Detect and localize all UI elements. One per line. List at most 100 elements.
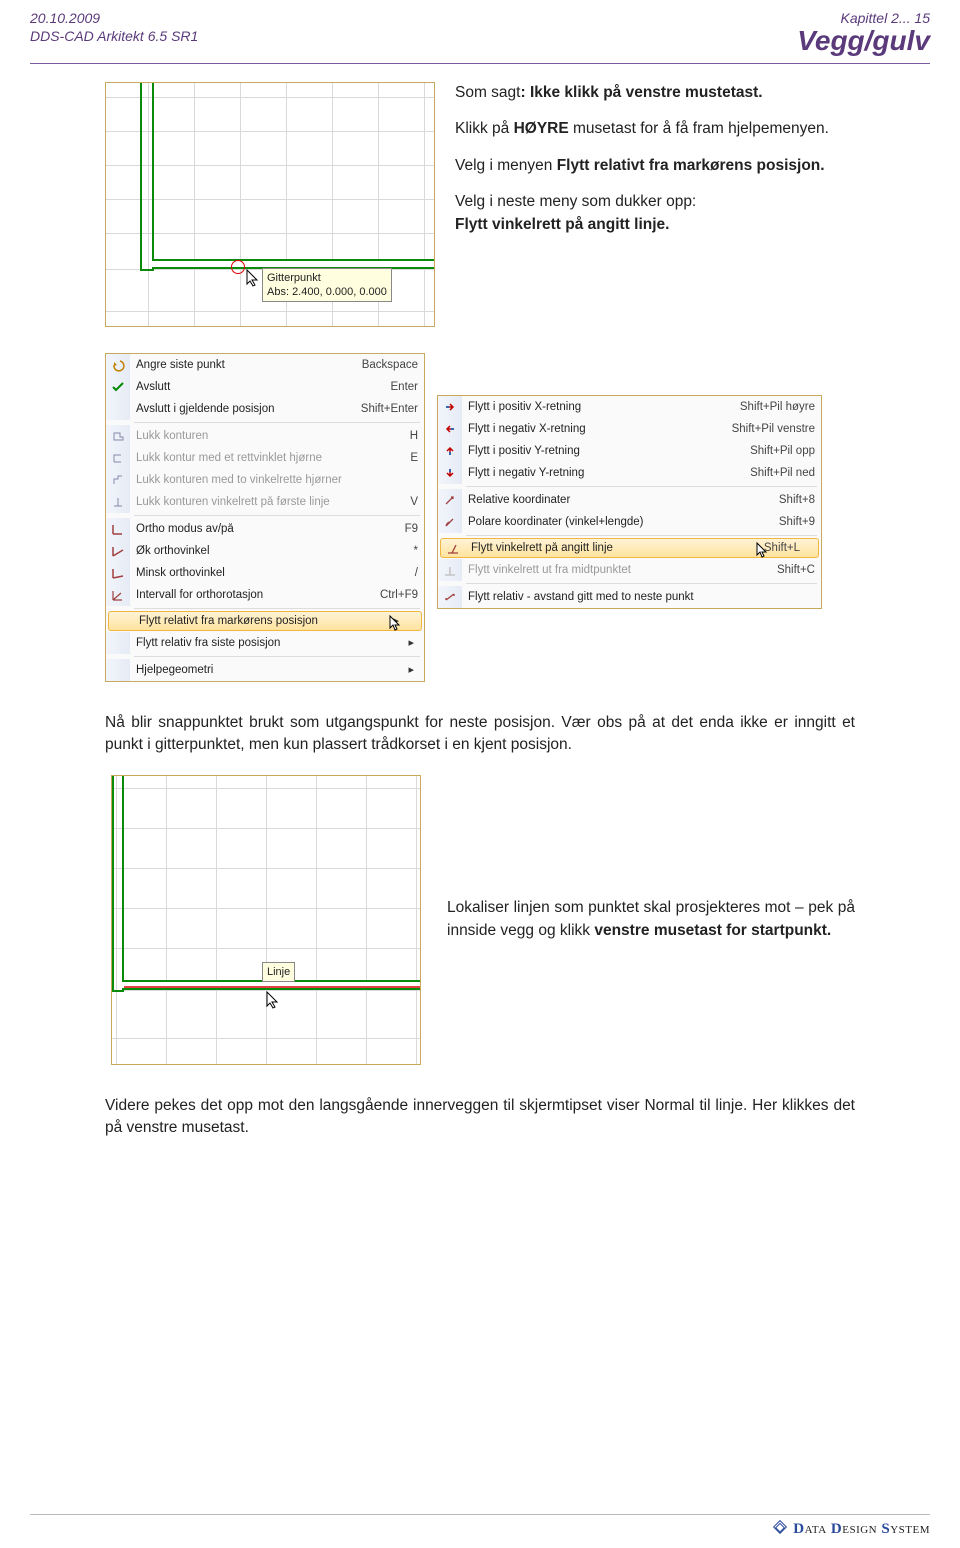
- perp-icon: [106, 491, 130, 513]
- menu-primary-separator: [134, 656, 420, 657]
- intro-p4b: Flytt vinkelrett på angitt linje.: [455, 216, 669, 233]
- figure-grid-line: Linje: [111, 775, 421, 1065]
- blank-icon: [106, 398, 130, 420]
- brand-t3: ystem: [890, 1521, 930, 1537]
- header-section: Vegg/gulv: [797, 26, 930, 57]
- menu-item-flytt-i-positiv-y-retning[interactable]: Flytt i positiv Y-retningShift+Pil opp: [438, 440, 821, 462]
- menu-submenu-separator: [466, 583, 817, 584]
- menu-item-avslutt-i-gjeldende-posisjon[interactable]: Avslutt i gjeldende posisjonShift+Enter: [106, 398, 424, 420]
- submenu-arrow-icon: ▸: [408, 663, 418, 676]
- menu-item-label: Avslutt i gjeldende posisjon: [130, 403, 355, 415]
- menu-item-relative-koordinater[interactable]: Relative koordinaterShift+8: [438, 489, 821, 511]
- check-icon: [106, 376, 130, 398]
- cursor-icon: [246, 269, 260, 287]
- menu-item-shortcut: F9: [399, 523, 418, 535]
- intro-text: Som sagt: Ikke klikk på venstre mustetas…: [455, 82, 855, 327]
- menu-item-label: Angre siste punkt: [130, 359, 356, 371]
- menu-item-label: Flytt relativ - avstand gitt med to nest…: [462, 591, 815, 603]
- construction-line: [124, 986, 420, 988]
- intro-p3a: Velg i menyen: [455, 157, 557, 174]
- grid-lines-2: [112, 776, 420, 1064]
- grid-tooltip: Gitterpunkt Abs: 2.400, 0.000, 0.000: [262, 268, 392, 303]
- menu-item-label: Intervall for orthorotasjon: [130, 589, 374, 601]
- menu-item-flytt-vinkelrett-p-angitt-linje[interactable]: Flytt vinkelrett på angitt linjeShift+L: [440, 538, 819, 558]
- wall-cap-2: [112, 990, 124, 992]
- menu-item-label: Flytt vinkelrett på angitt linje: [465, 542, 758, 554]
- header-product: DDS-CAD Arkitekt 6.5 SR1: [30, 28, 198, 44]
- menu-item-intervall-for-orthorotasjon[interactable]: Intervall for orthorotasjonCtrl+F9: [106, 584, 424, 606]
- menu-item-label: Lukk konturen vinkelrett på første linje: [130, 496, 404, 508]
- row-intro: Gitterpunkt Abs: 2.400, 0.000, 0.000 Som…: [105, 82, 855, 327]
- mid-icon: [438, 559, 462, 581]
- brand-t2: esign: [842, 1521, 881, 1537]
- menu-item-label: Flytt relativt fra markørens posisjon: [133, 615, 393, 627]
- header-chapter: Kapittel 2... 15: [840, 10, 930, 26]
- row-locate-line: Linje Lokaliser linjen som punktet skal …: [105, 775, 855, 1065]
- menu-item-label: Relative koordinater: [462, 494, 773, 506]
- menu-item-shortcut: Shift+Pil opp: [744, 445, 815, 457]
- page-header: 20.10.2009 DDS-CAD Arkitekt 6.5 SR1 Kapi…: [0, 0, 960, 61]
- menu-item-k-orthovinkel[interactable]: Øk orthovinkel*: [106, 540, 424, 562]
- header-date: 20.10.2009: [30, 10, 198, 26]
- menu-item-minsk-orthovinkel[interactable]: Minsk orthovinkel/: [106, 562, 424, 584]
- menu-item-shortcut: /: [409, 567, 418, 579]
- wall-cap: [140, 269, 154, 271]
- cursor-icon: [403, 613, 415, 629]
- menu-item-label: Flytt i negativ Y-retning: [462, 467, 744, 479]
- menu-item-shortcut: V: [404, 496, 418, 508]
- menu-item-avslutt[interactable]: AvsluttEnter: [106, 376, 424, 398]
- context-menu-primary: Angre siste punktBackspaceAvsluttEnterAv…: [105, 353, 425, 682]
- menu-item-label: Flytt i positiv X-retning: [462, 401, 734, 413]
- menu-item-lukk-konturen-vinkelrett-p-f-rste-linje: Lukk konturen vinkelrett på første linje…: [106, 491, 424, 513]
- page-content: Gitterpunkt Abs: 2.400, 0.000, 0.000 Som…: [0, 64, 960, 1140]
- menu-item-flytt-relativt-fra-mark-rens-posisjon[interactable]: Flytt relativt fra markørens posisjon▸: [108, 611, 422, 631]
- menu-item-polare-koordinater-vinkel-lengde[interactable]: Polare koordinater (vinkel+lengde)Shift+…: [438, 511, 821, 533]
- menu-item-shortcut: E: [404, 452, 418, 464]
- menu-item-label: Flytt vinkelrett ut fra midtpunktet: [462, 564, 771, 576]
- menu-item-shortcut: Shift+Pil høyre: [734, 401, 815, 413]
- cursor-icon-2: [266, 991, 280, 1009]
- menu-item-flytt-i-negativ-x-retning[interactable]: Flytt i negativ X-retningShift+Pil venst…: [438, 418, 821, 440]
- menu-item-flytt-relativ-fra-siste-posisjon[interactable]: Flytt relativ fra siste posisjon▸: [106, 632, 424, 654]
- intro-p1a: Som sagt: [455, 84, 520, 101]
- menu-submenu-separator: [466, 486, 817, 487]
- intro-p2b: HØYRE: [514, 120, 569, 137]
- header-right: Kapittel 2... 15 Vegg/gulv: [797, 10, 930, 57]
- menu-item-shortcut: Shift+8: [773, 494, 815, 506]
- wall-vertical-outer-2: [112, 776, 114, 990]
- dist-icon: [438, 586, 462, 608]
- page-footer: Data Design System: [30, 1514, 930, 1538]
- intro-p2c: musetast for å få fram hjelpemenyen.: [569, 120, 829, 137]
- menu-item-angre-siste-punkt[interactable]: Angre siste punktBackspace: [106, 354, 424, 376]
- row-menus: Angre siste punktBackspaceAvsluttEnterAv…: [105, 353, 855, 682]
- menu-item-shortcut: *: [408, 545, 418, 557]
- rx-icon: [438, 396, 462, 418]
- perp2-icon: [441, 537, 465, 559]
- angle-icon: [106, 447, 130, 469]
- figure-grid-snap: Gitterpunkt Abs: 2.400, 0.000, 0.000: [105, 82, 435, 327]
- cursor-icon: [800, 540, 812, 556]
- menu-item-flytt-relativ-avstand-gitt-med-to-neste-punkt[interactable]: Flytt relativ - avstand gitt med to nest…: [438, 586, 821, 608]
- menu-item-lukk-konturen: Lukk konturenH: [106, 425, 424, 447]
- menu-item-shortcut: Shift+C: [771, 564, 815, 576]
- menu-item-shortcut: Shift+Pil venstre: [726, 423, 815, 435]
- menu-submenu-separator: [466, 535, 817, 536]
- dec-icon: [106, 562, 130, 584]
- menu-item-flytt-i-negativ-y-retning[interactable]: Flytt i negativ Y-retningShift+Pil ned: [438, 462, 821, 484]
- loc-b: venstre: [594, 922, 649, 939]
- snap-indicator-icon: [231, 260, 245, 274]
- menu-item-ortho-modus-av-p[interactable]: Ortho modus av/påF9: [106, 518, 424, 540]
- tooltip-coords: Abs: 2.400, 0.000, 0.000: [267, 286, 387, 298]
- undo-icon: [106, 354, 130, 376]
- menu-item-hjelpegeometri[interactable]: Hjelpegeometri▸: [106, 659, 424, 681]
- uy-icon: [438, 440, 462, 462]
- inc-icon: [106, 540, 130, 562]
- menu-item-label: Lukk konturen: [130, 430, 404, 442]
- menu-primary-separator: [134, 608, 420, 609]
- menu-item-label: Lukk konturen med to vinkelrette hjørner: [130, 474, 418, 486]
- menu-item-lukk-kontur-med-et-rettvinklet-hj-rne: Lukk kontur med et rettvinklet hjørneE: [106, 447, 424, 469]
- menu-item-flytt-i-positiv-x-retning[interactable]: Flytt i positiv X-retningShift+Pil høyre: [438, 396, 821, 418]
- tooltip-title: Gitterpunkt: [267, 272, 321, 284]
- menu-primary-separator: [134, 515, 420, 516]
- menu-item-label: Minsk orthovinkel: [130, 567, 409, 579]
